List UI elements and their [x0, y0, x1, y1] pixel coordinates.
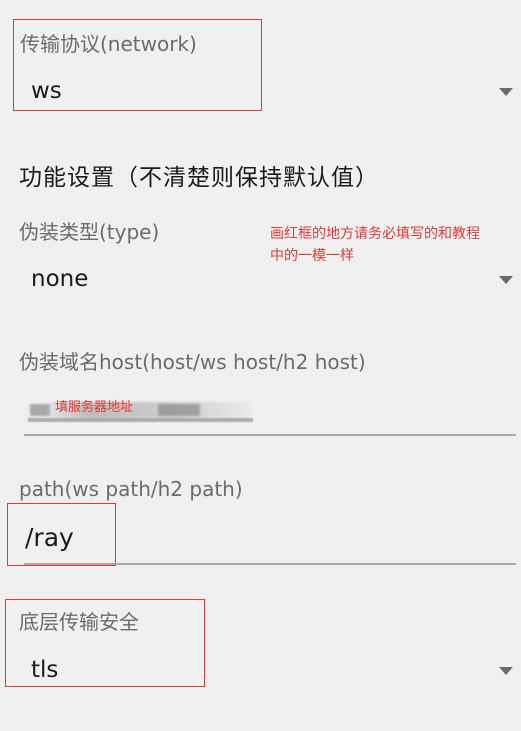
security-label: 底层传输安全	[19, 610, 139, 634]
security-value: tls	[31, 657, 59, 683]
annotation-line-1: 画红框的地方请务必填写的和教程	[270, 226, 480, 242]
redacted-text	[158, 404, 200, 416]
chevron-down-icon	[499, 88, 513, 96]
host-underline	[24, 434, 516, 436]
network-value: ws	[31, 78, 62, 104]
network-label: 传输协议(network)	[20, 32, 197, 56]
type-value: none	[31, 266, 89, 292]
path-value: /ray	[25, 523, 74, 552]
host-text-fragment	[28, 418, 253, 422]
annotation-line-2: 中的一模一样	[270, 248, 354, 264]
settings-page: 传输协议(network) ws 功能设置（不清楚则保持默认值） 伪装类型(ty…	[0, 0, 521, 731]
host-label: 伪装域名host(host/ws host/h2 host)	[19, 350, 366, 374]
section-title-features: 功能设置（不清楚则保持默认值）	[19, 165, 379, 191]
host-note: 填服务器地址	[55, 400, 134, 415]
path-input[interactable]: /ray	[18, 522, 516, 566]
chevron-down-icon	[499, 276, 513, 284]
path-underline	[24, 563, 516, 565]
path-label: path(ws path/h2 path)	[19, 477, 243, 501]
chevron-down-icon	[499, 667, 513, 675]
type-select[interactable]: none	[20, 266, 516, 296]
security-select[interactable]: tls	[20, 657, 516, 687]
annotation-note: 画红框的地方请务必填写的和教程 中的一模一样	[270, 223, 480, 267]
type-label: 伪装类型(type)	[19, 220, 160, 244]
network-select[interactable]: ws	[20, 78, 516, 108]
host-input[interactable]: 填服务器地址	[18, 396, 516, 438]
